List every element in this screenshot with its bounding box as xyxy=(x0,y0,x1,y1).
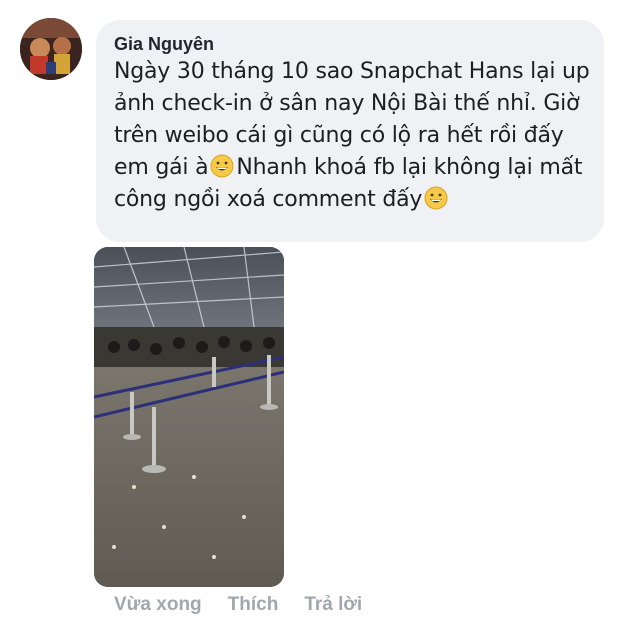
grinning-face-icon xyxy=(210,154,234,178)
avatar[interactable] xyxy=(20,18,82,80)
timestamp-link[interactable]: Vừa xong xyxy=(114,594,202,616)
airport-photo-image xyxy=(94,247,284,587)
comment-bubble: Gia Nguyên Ngày 30 tháng 10 sao Snapchat… xyxy=(96,20,604,242)
profile-picture xyxy=(20,18,82,80)
comment-text: Ngày 30 tháng 10 sao Snapchat Hans lại u… xyxy=(114,56,598,216)
grinning-face-icon xyxy=(424,186,448,210)
comment-actions: Vừa xong Thích Trả lời xyxy=(114,594,362,616)
comment-author[interactable]: Gia Nguyên xyxy=(114,34,214,55)
attached-photo[interactable] xyxy=(94,247,284,587)
like-button[interactable]: Thích xyxy=(228,594,279,616)
reply-button[interactable]: Trả lời xyxy=(304,594,362,616)
